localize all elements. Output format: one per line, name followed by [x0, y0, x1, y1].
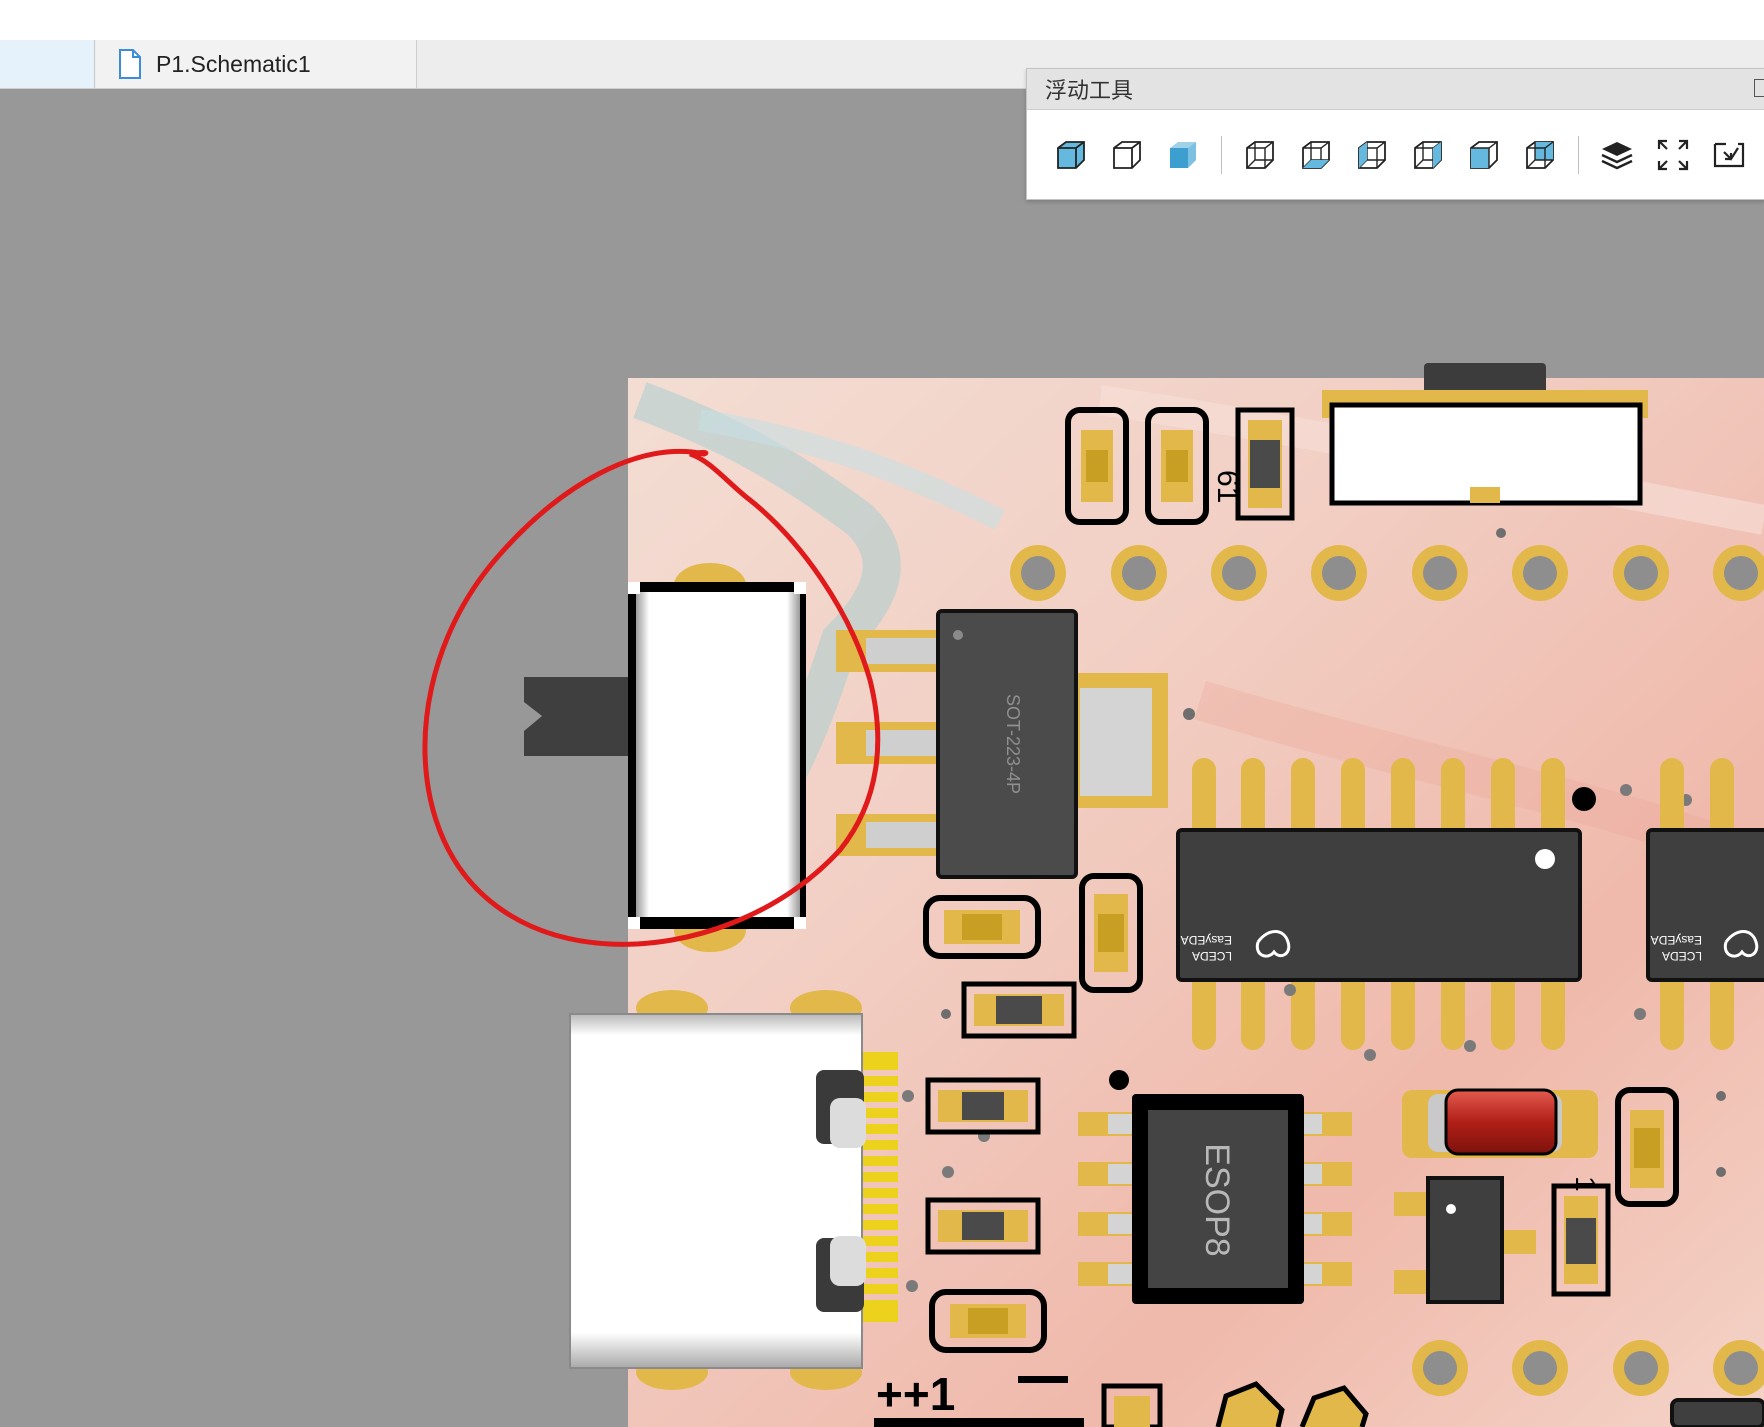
- view-front-icon[interactable]: [1458, 129, 1510, 181]
- tab-previous[interactable]: [0, 40, 95, 88]
- toolbar-separator: [1221, 135, 1222, 174]
- document-icon: [116, 48, 144, 80]
- usb-c-connector: [569, 990, 898, 1390]
- pcb-3d-render: 61 SOT-223-4P LCEDA EasyEDA LCEDA EasyED…: [422, 363, 1764, 1427]
- slide-switch-actuator: [524, 677, 628, 756]
- view-top-icon[interactable]: [1234, 129, 1286, 181]
- ic-u1-brand-lceda: LCEDA: [1192, 949, 1232, 963]
- view-right-icon[interactable]: [1402, 129, 1454, 181]
- floating-toolbar-tools: [1027, 110, 1764, 199]
- tab-schematic[interactable]: P1.Schematic1: [96, 40, 417, 88]
- view-left-icon[interactable]: [1346, 129, 1398, 181]
- layers-icon[interactable]: [1591, 129, 1643, 181]
- sot223-label: SOT-223-4P: [1003, 694, 1023, 794]
- view-3d-outline-icon[interactable]: [1101, 129, 1153, 181]
- floating-toolbar-header[interactable]: 浮动工具: [1027, 69, 1764, 110]
- export-image-icon[interactable]: [1703, 129, 1755, 181]
- window-top-strip: [0, 0, 1764, 41]
- toolbar-separator: [1578, 135, 1579, 174]
- slide-switch: [524, 563, 806, 952]
- tab-label: P1.Schematic1: [156, 50, 311, 77]
- view-back-icon[interactable]: [1514, 129, 1566, 181]
- view-3d-shaded-icon[interactable]: [1157, 129, 1209, 181]
- ic-u2-brand-easyeda: EasyEDA: [1651, 933, 1702, 947]
- close-icon[interactable]: [1754, 79, 1764, 97]
- fit-view-icon[interactable]: [1647, 129, 1699, 181]
- ic-u1-brand-easyeda: EasyEDA: [1181, 933, 1232, 947]
- floating-toolbar-title: 浮动工具: [1045, 79, 1134, 104]
- ic-u2-brand-lceda: LCEDA: [1662, 949, 1702, 963]
- diode-d1: [1402, 1088, 1598, 1158]
- view-3d-solid-icon[interactable]: [1045, 129, 1097, 181]
- floating-toolbar-panel: 浮动工具: [1026, 68, 1764, 200]
- svg-text:++1: ++1: [876, 1368, 955, 1420]
- esop8-label: ESOP8: [1198, 1143, 1236, 1256]
- pcb-3d-viewport[interactable]: 61 SOT-223-4P LCEDA EasyEDA LCEDA EasyED…: [0, 89, 1764, 1427]
- view-bottom-icon[interactable]: [1290, 129, 1342, 181]
